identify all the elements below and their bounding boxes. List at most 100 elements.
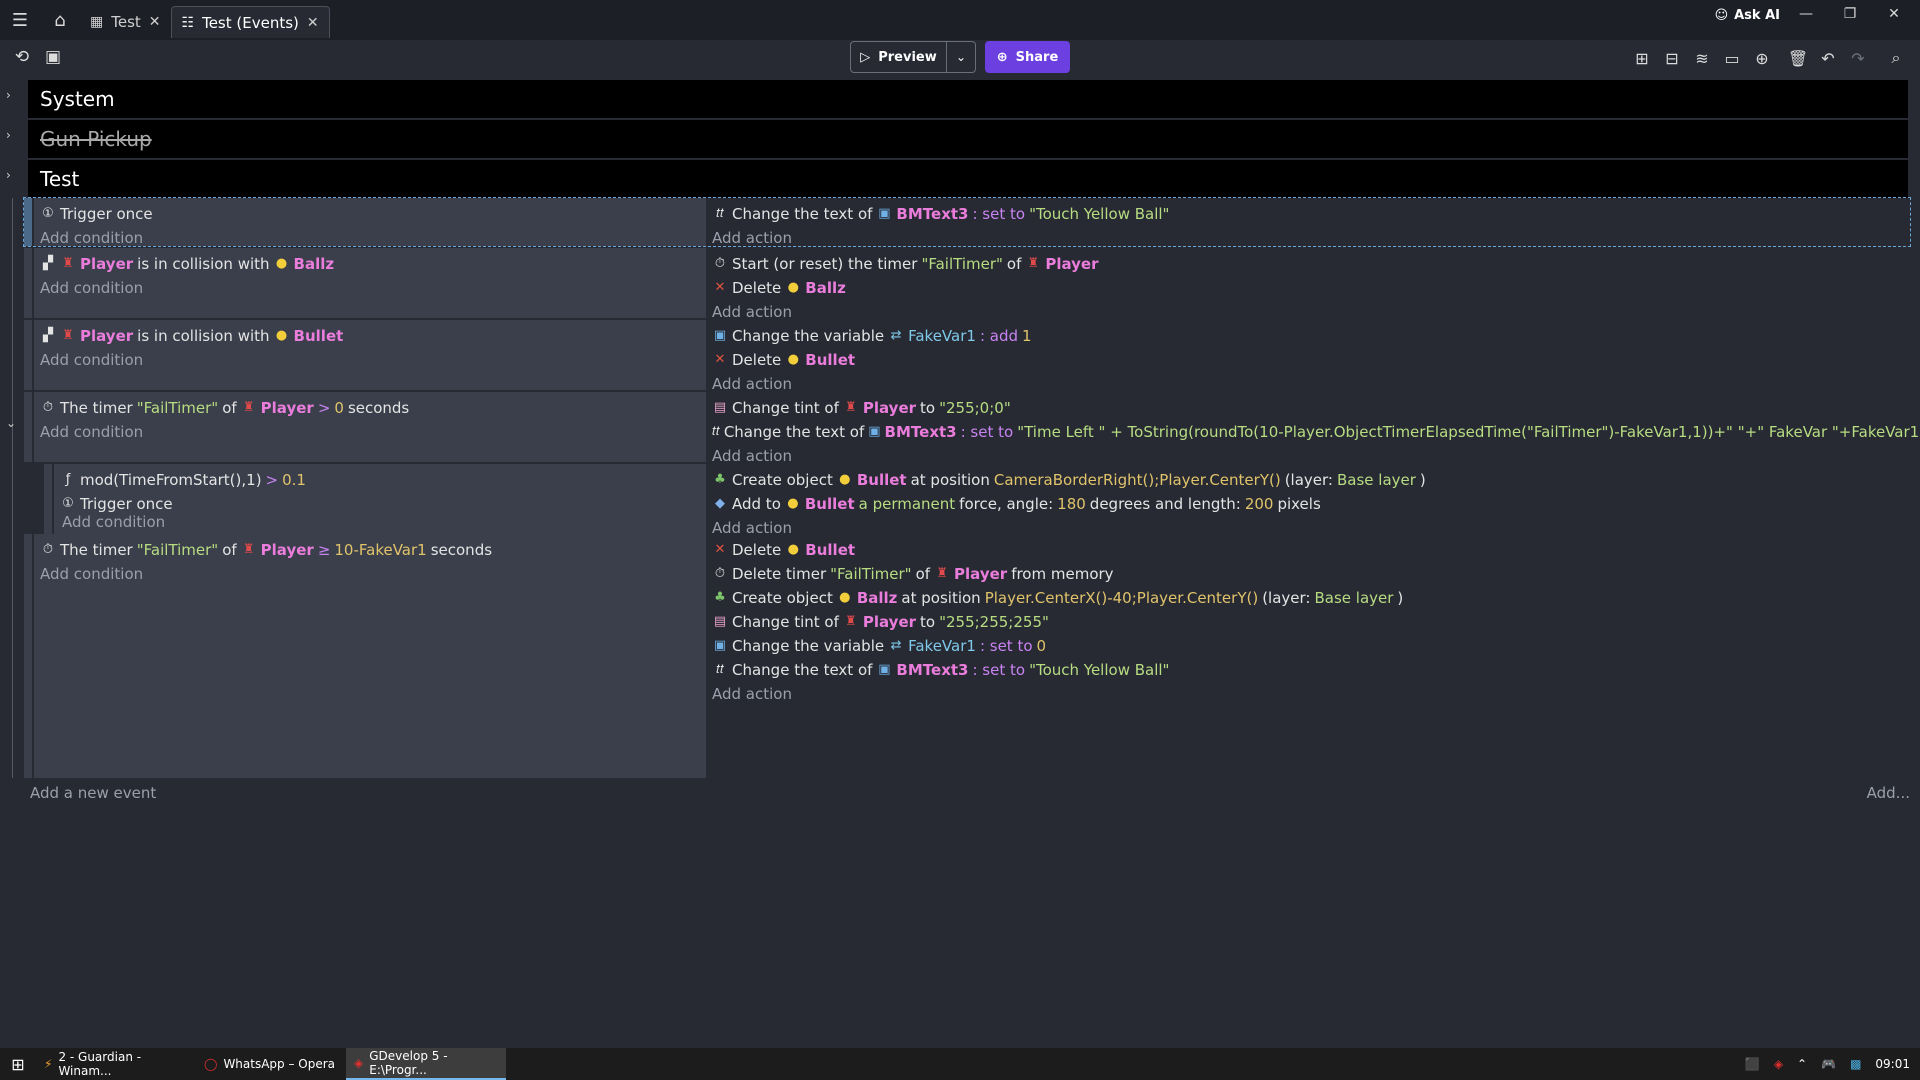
- add-condition[interactable]: Add condition: [40, 226, 698, 250]
- add-condition[interactable]: Add condition: [62, 510, 165, 534]
- add-condition[interactable]: Add condition: [40, 348, 698, 372]
- taskbar-item-winamp[interactable]: ⚡ 2 - Guardian - Winam...: [36, 1048, 196, 1080]
- group-test[interactable]: Test: [28, 160, 1908, 198]
- conditions[interactable]: ① Trigger once Add condition: [34, 198, 706, 247]
- action-text: to: [920, 613, 936, 631]
- conditions[interactable]: ▞ ♜ Player is in collision with ● Ballz Add c…: [34, 248, 706, 318]
- actions[interactable]: ⏱ Start (or reset) the timer "FailTimer" of…: [706, 248, 1910, 321]
- share-button[interactable]: ⊕ Share: [985, 41, 1070, 73]
- close-icon[interactable]: ✕: [307, 15, 319, 31]
- actions[interactable]: ✕ Delete ● Bullet ⏱ Delete timer "FailTimer" o…: [706, 534, 1910, 778]
- action[interactable]: ♣ Create object ● Ballz at position Player.Ce…: [712, 586, 1902, 610]
- add-more-button[interactable]: Add...: [1867, 784, 1910, 802]
- scene-variable-icon: ⇄: [890, 328, 902, 343]
- action[interactable]: ⏱ Delete timer "FailTimer" of ♜ Player from me…: [712, 562, 1902, 586]
- action[interactable]: ▣ Change the variable ⇄ FakeVar1: add 1: [712, 324, 1902, 348]
- action[interactable]: ▤ Change tint of ♜ Player to "255;255;255": [712, 610, 1902, 634]
- action[interactable]: 𝑡𝑡 Change the text of ▣ BMText3: set to "Tim…: [712, 420, 1919, 444]
- conditions[interactable]: ⏱ The timer "FailTimer" of ♜ Player ≥10-FakeVa…: [34, 534, 706, 778]
- action[interactable]: ⏱ Start (or reset) the timer "FailTimer" of…: [712, 252, 1902, 276]
- preview-dropdown-button[interactable]: ⌄: [947, 42, 975, 72]
- condition[interactable]: ① Trigger once: [40, 202, 698, 226]
- actions[interactable]: 𝑡𝑡 Change the text of ▣ BMText3: set to "Tou…: [706, 198, 1910, 247]
- windows-start-icon[interactable]: ⊞: [0, 1048, 36, 1080]
- home-icon[interactable]: ⌂: [40, 0, 80, 40]
- event-row[interactable]: ⏱ The timer "FailTimer" of ♜ Player >0 seconds …: [24, 392, 1919, 465]
- action[interactable]: ◆ Add to ● Bullet a permanent force, angle: 18…: [712, 492, 1902, 516]
- chevron-up-icon[interactable]: ⌃: [1797, 1057, 1807, 1071]
- undo-icon[interactable]: ↶: [1816, 46, 1840, 70]
- comment-icon[interactable]: ▭: [1720, 46, 1744, 70]
- close-icon[interactable]: ✕: [149, 14, 161, 30]
- action[interactable]: ▣ Change the variable ⇄ FakeVar1: set to 0: [712, 634, 1902, 658]
- network-icon[interactable]: ▩: [1850, 1057, 1861, 1071]
- action[interactable]: ✕ Delete ● Ballz: [712, 276, 1902, 300]
- condition[interactable]: ƒ mod(TimeFromStart(),1) >0.1: [60, 468, 698, 492]
- action[interactable]: ▤ Change tint of ♜ Player to "255;0;0": [712, 396, 1902, 420]
- event-handle[interactable]: [24, 320, 32, 390]
- chevron-right-icon[interactable]: ›: [6, 128, 11, 142]
- tab-scene[interactable]: ▦ Test ✕: [80, 6, 171, 38]
- history-icon[interactable]: ⟲: [9, 44, 35, 70]
- share-label: Share: [1015, 49, 1059, 65]
- tab-events[interactable]: ☷ Test (Events) ✕: [170, 6, 330, 38]
- event-handle[interactable]: [24, 248, 32, 318]
- condition[interactable]: ▞ ♜ Player is in collision with ● Bullet: [40, 324, 698, 348]
- ask-ai-button[interactable]: ☺ Ask AI: [1715, 8, 1780, 23]
- action[interactable]: 𝑡𝑡 Change the text of ▣ BMText3: set to "Tou…: [712, 202, 1902, 226]
- condition[interactable]: ⏱ The timer "FailTimer" of ♜ Player >0 seconds: [40, 396, 698, 420]
- event-handle[interactable]: [44, 464, 52, 534]
- condition[interactable]: ⏱ The timer "FailTimer" of ♜ Player ≥10-FakeVa…: [40, 538, 698, 562]
- save-icon[interactable]: ▣: [40, 44, 66, 70]
- redo-icon[interactable]: ↷: [1846, 46, 1870, 70]
- conditions[interactable]: ⏱ The timer "FailTimer" of ♜ Player >0 seconds …: [34, 392, 706, 462]
- chevron-right-icon[interactable]: ›: [6, 88, 11, 102]
- add-condition[interactable]: Add condition: [40, 276, 698, 300]
- sub-event-row[interactable]: ƒ mod(TimeFromStart(),1) >0.1 ① Trigger onc…: [44, 464, 1910, 537]
- tray-app-icon[interactable]: ◈: [1774, 1057, 1783, 1071]
- event-row[interactable]: ① Trigger once Add condition 𝑡𝑡 Change the…: [23, 197, 1911, 247]
- clock[interactable]: 09:01: [1875, 1057, 1910, 1071]
- group-system[interactable]: System: [28, 80, 1908, 118]
- minimize-icon[interactable]: —: [1784, 2, 1828, 26]
- add-new-event-link[interactable]: Add a new event: [30, 784, 156, 802]
- window-close-icon[interactable]: ✕: [1872, 2, 1916, 26]
- action-text: force, angle:: [959, 495, 1054, 513]
- preview-button[interactable]: ▷ Preview: [851, 42, 947, 72]
- menu-icon[interactable]: ☰: [0, 0, 40, 40]
- group-gun-pickup[interactable]: Gun Pickup: [28, 120, 1908, 158]
- object-name: Player: [80, 327, 134, 345]
- event-row[interactable]: ▞ ♜ Player is in collision with ● Ballz Add c…: [24, 248, 1910, 321]
- actions[interactable]: ▤ Change tint of ♜ Player to "255;0;0" 𝑡𝑡 Chan…: [706, 392, 1919, 465]
- action[interactable]: ✕ Delete ● Bullet: [712, 538, 1902, 562]
- chevron-right-icon[interactable]: ›: [6, 168, 11, 182]
- event-handle[interactable]: [24, 198, 32, 246]
- event-handle[interactable]: [24, 534, 32, 778]
- taskbar-item-gdevelop[interactable]: ◈ GDevelop 5 - E:\Progr...: [346, 1048, 506, 1080]
- condition[interactable]: ▞ ♜ Player is in collision with ● Ballz: [40, 252, 698, 276]
- event-handle[interactable]: [24, 392, 32, 462]
- gamepad-icon[interactable]: 🎮: [1821, 1057, 1836, 1071]
- add-action[interactable]: Add action: [712, 682, 1902, 706]
- conditions[interactable]: ▞ ♜ Player is in collision with ● Bullet Add …: [34, 320, 706, 390]
- actions[interactable]: ▣ Change the variable ⇄ FakeVar1: add 1 ✕ Del…: [706, 320, 1910, 393]
- trash-icon[interactable]: 🗑: [1786, 46, 1810, 70]
- event-row[interactable]: ⏱ The timer "FailTimer" of ♜ Player ≥10-FakeVa…: [24, 534, 1910, 778]
- restore-icon[interactable]: ❐: [1828, 2, 1872, 26]
- add-other-icon[interactable]: ≋: [1690, 46, 1714, 70]
- action[interactable]: 𝑡𝑡 Change the text of ▣ BMText3: set to "Tou…: [712, 658, 1902, 682]
- action[interactable]: ♣ Create object ● Bullet at position CameraBo…: [712, 468, 1902, 492]
- event-row[interactable]: ▞ ♜ Player is in collision with ● Bullet Add …: [24, 320, 1910, 393]
- add-condition[interactable]: Add condition: [40, 562, 698, 586]
- taskbar-item-opera[interactable]: ◯ WhatsApp – Opera: [196, 1048, 346, 1080]
- actions[interactable]: ♣ Create object ● Bullet at position CameraBo…: [706, 464, 1910, 537]
- search-icon[interactable]: ⌕: [1884, 46, 1908, 70]
- action[interactable]: ✕ Delete ● Bullet: [712, 348, 1902, 372]
- add-subevent-icon[interactable]: ⊟: [1660, 46, 1684, 70]
- add-action[interactable]: Add action: [712, 226, 1902, 250]
- add-condition[interactable]: Add condition: [40, 420, 698, 444]
- add-circle-icon[interactable]: ⊕: [1750, 46, 1774, 70]
- chevron-down-icon[interactable]: ⌄: [6, 416, 16, 430]
- add-event-icon[interactable]: ⊞: [1630, 46, 1654, 70]
- tray-app-icon[interactable]: ⬛: [1745, 1057, 1760, 1071]
